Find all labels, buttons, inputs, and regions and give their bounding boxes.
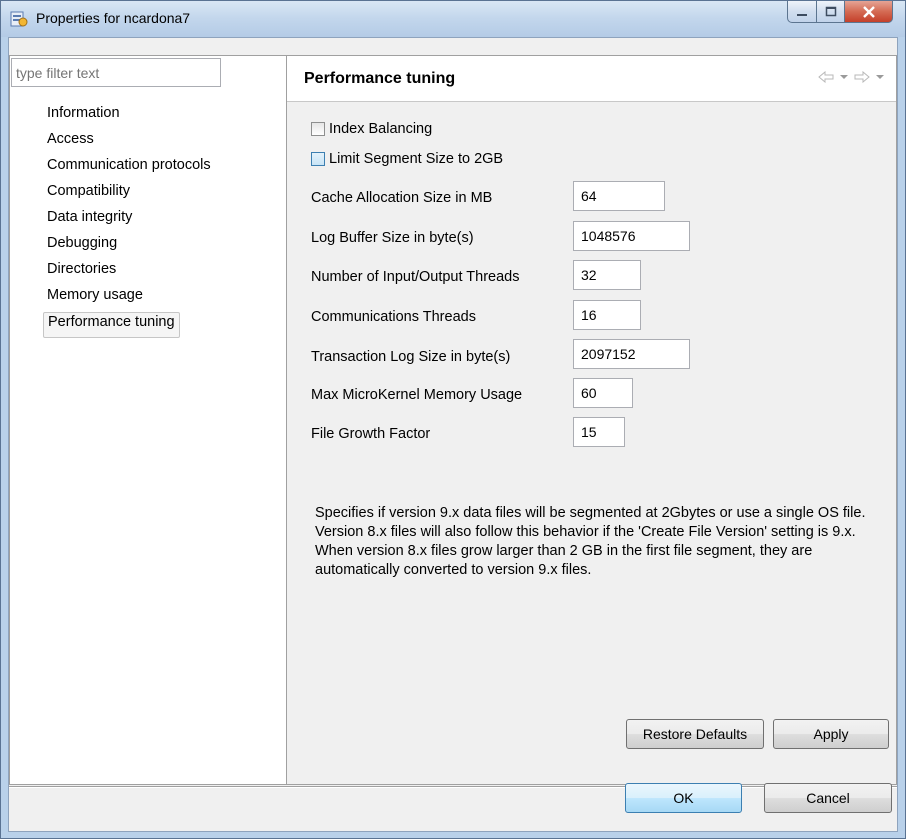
- index-balancing-checkbox-row[interactable]: Index Balancing: [311, 121, 432, 137]
- microkernel-memory-input[interactable]: 60: [573, 378, 633, 408]
- maximize-icon: [825, 6, 836, 17]
- microkernel-memory-label: Max MicroKernel Memory Usage: [311, 387, 523, 403]
- io-threads-label: Number of Input/Output Threads: [311, 269, 520, 285]
- tree-item-directories[interactable]: Directories: [43, 260, 215, 286]
- tree-item-access[interactable]: Access: [43, 130, 215, 156]
- transaction-log-size-input[interactable]: 2097152: [573, 339, 690, 369]
- limit-segment-size-checkbox[interactable]: [311, 152, 325, 166]
- cache-allocation-label: Cache Allocation Size in MB: [311, 190, 493, 206]
- tree-item-communication-protocols[interactable]: Communication protocols: [43, 156, 215, 182]
- close-icon: [862, 5, 875, 18]
- index-balancing-checkbox[interactable]: [311, 122, 325, 136]
- properties-icon: [10, 11, 28, 27]
- apply-button[interactable]: Apply: [773, 719, 889, 749]
- history-navigation: [818, 71, 884, 83]
- category-tree: Information Access Communication protoco…: [43, 104, 215, 338]
- page-title: Performance tuning: [304, 70, 456, 87]
- maximize-button[interactable]: [817, 1, 845, 23]
- title-bar[interactable]: Properties for ncardona7: [1, 1, 905, 37]
- page-header: Performance tuning: [287, 56, 896, 102]
- tree-item-information[interactable]: Information: [43, 104, 215, 130]
- communications-threads-input[interactable]: 16: [573, 300, 641, 330]
- properties-window: Properties for ncardona7 Information Acc…: [0, 0, 906, 839]
- transaction-log-size-label: Transaction Log Size in byte(s): [311, 349, 511, 365]
- log-buffer-size-label: Log Buffer Size in byte(s): [311, 230, 474, 246]
- back-dropdown-icon[interactable]: [840, 74, 848, 80]
- communications-threads-label: Communications Threads: [311, 309, 476, 325]
- limit-segment-size-label: Limit Segment Size to 2GB: [329, 151, 504, 167]
- cancel-button[interactable]: Cancel: [764, 783, 892, 813]
- file-growth-factor-label: File Growth Factor: [311, 426, 431, 442]
- dialog-client-area: Information Access Communication protoco…: [8, 37, 898, 832]
- io-threads-input[interactable]: 32: [573, 260, 641, 290]
- property-page: Performance tuning Index Balancing Limit…: [287, 55, 897, 785]
- setting-description: Specifies if version 9.x data files will…: [315, 505, 866, 578]
- tree-item-compatibility[interactable]: Compatibility: [43, 182, 215, 208]
- file-growth-factor-input[interactable]: 15: [573, 417, 625, 447]
- filter-input[interactable]: [11, 58, 221, 87]
- back-arrow-icon[interactable]: [818, 71, 834, 83]
- navigation-pane: Information Access Communication protoco…: [9, 55, 287, 785]
- tree-item-data-integrity[interactable]: Data integrity: [43, 208, 215, 234]
- window-title: Properties for ncardona7: [36, 10, 191, 26]
- cache-allocation-input[interactable]: 64: [573, 181, 665, 211]
- limit-segment-size-checkbox-row[interactable]: Limit Segment Size to 2GB: [311, 151, 503, 167]
- ok-button[interactable]: OK: [625, 783, 742, 813]
- minimize-button[interactable]: [787, 1, 817, 23]
- tree-item-debugging[interactable]: Debugging: [43, 234, 215, 260]
- log-buffer-size-input[interactable]: 1048576: [573, 221, 690, 251]
- tree-item-performance-tuning[interactable]: Performance tuning: [43, 312, 180, 338]
- minimize-icon: [797, 13, 807, 16]
- forward-dropdown-icon[interactable]: [876, 74, 884, 80]
- tree-item-memory-usage[interactable]: Memory usage: [43, 286, 215, 312]
- index-balancing-label: Index Balancing: [329, 121, 433, 137]
- restore-defaults-button[interactable]: Restore Defaults: [626, 719, 764, 749]
- forward-arrow-icon[interactable]: [854, 71, 870, 83]
- close-button[interactable]: [845, 1, 893, 23]
